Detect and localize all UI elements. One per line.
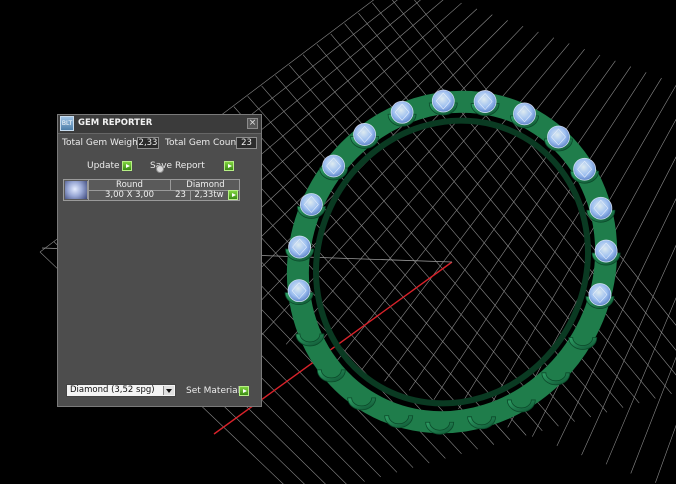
panel-title: GEM REPORTER <box>78 118 153 128</box>
collapse-toggle-icon[interactable] <box>156 165 164 173</box>
gem-weight-cell: 2,33tw <box>194 190 224 200</box>
gem-size-cell: 3,00 X 3,00 <box>104 190 155 200</box>
close-button[interactable]: × <box>247 118 258 129</box>
set-material-button[interactable] <box>239 386 249 396</box>
gem-reporter-panel: BLT GEM REPORTER × Total Gem Weight 2,33… <box>57 114 262 407</box>
grid-line <box>310 43 570 354</box>
gem-table-row[interactable]: Round Diamond 3,00 X 3,00 23 2,33tw <box>63 179 240 201</box>
grid-line <box>605 297 676 465</box>
total-gem-count-label: Total Gem Count <box>165 138 240 148</box>
grid-line <box>372 2 676 376</box>
gem-count-cell: 23 <box>175 190 186 200</box>
grid-line <box>358 12 672 395</box>
save-report-button[interactable] <box>224 161 234 171</box>
panel-titlebar[interactable]: BLT GEM REPORTER × <box>58 115 261 134</box>
row-action-button[interactable] <box>228 190 238 200</box>
total-gem-weight-label: Total Gem Weight <box>62 138 142 148</box>
total-gem-weight-value: 2,33 <box>137 137 159 149</box>
set-material-label[interactable]: Set Material <box>186 385 240 397</box>
update-button[interactable] <box>122 161 132 171</box>
update-label[interactable]: Update <box>87 160 120 172</box>
material-dropdown[interactable]: Diamond (3,52 spg) <box>66 384 176 397</box>
gem-shape-cell: Round <box>116 180 143 190</box>
total-gem-count-value: 23 <box>236 137 257 149</box>
round-gem-thumbnail-icon <box>65 181 88 199</box>
gem-material-cell: Diamond <box>186 180 225 190</box>
chevron-down-icon[interactable] <box>163 386 174 395</box>
material-dropdown-value: Diamond (3,52 spg) <box>70 385 155 395</box>
app-logo-icon: BLT <box>60 116 74 131</box>
